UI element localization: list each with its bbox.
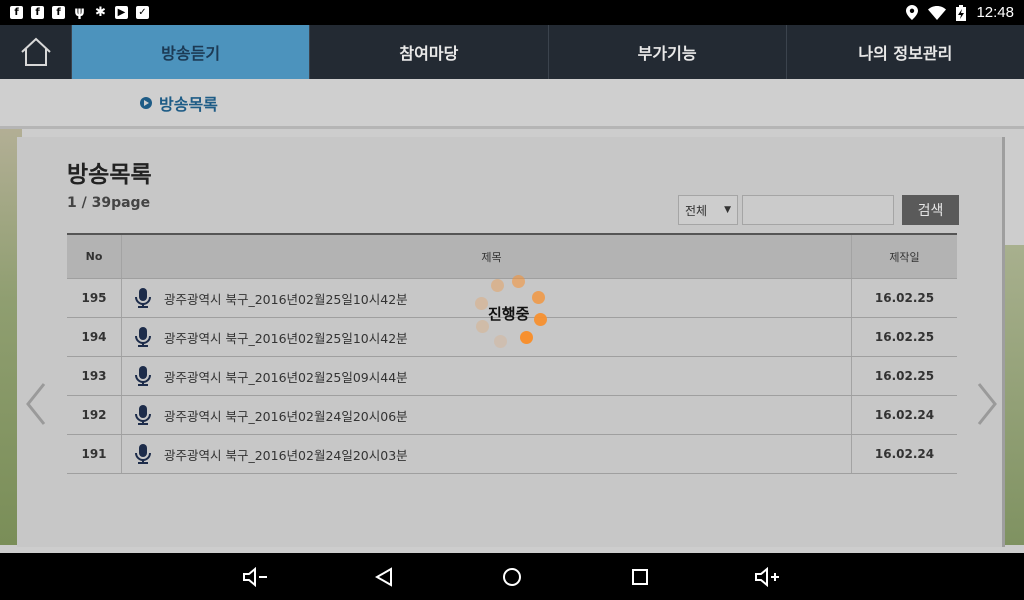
volume-down-icon [243, 566, 267, 587]
row-title-cell: 광주광역시 북구_2016년02월25일09시44분 [121, 357, 852, 395]
row-no: 194 [81, 330, 107, 344]
header-title: 제목 [121, 235, 852, 278]
microphone-icon [135, 327, 151, 347]
tab-my-info[interactable]: 나의 정보관리 [787, 25, 1024, 79]
spinner-dot [512, 275, 525, 288]
breadcrumb: 방송목록 [0, 79, 1024, 129]
microphone-icon [135, 366, 151, 386]
usb-icon: ψ [74, 5, 85, 20]
tab-broadcast-listen[interactable]: 방송듣기 [72, 25, 311, 79]
system-nav-bar [0, 553, 1024, 600]
search-input[interactable] [742, 195, 894, 225]
wifi-icon [928, 5, 947, 20]
notification-icons: f f f ψ ✱ ▶ ✓ [10, 6, 149, 19]
microphone-icon [135, 444, 151, 464]
android-debug-icon: ✱ [95, 5, 106, 20]
facebook-icon: f [52, 6, 65, 19]
facebook-icon: f [31, 6, 44, 19]
spinner-dot [491, 279, 504, 292]
clock: 12:48 [976, 4, 1014, 21]
recent-apps-button[interactable] [576, 553, 704, 600]
microphone-icon [135, 288, 151, 308]
back-icon [375, 566, 392, 587]
system-icons: 12:48 [906, 4, 1014, 21]
tab-extra-features[interactable]: 부가기능 [549, 25, 787, 79]
table-row[interactable]: 192 광주광역시 북구_2016년02월24일20시06분 16.02.24 [67, 396, 957, 435]
spinner-dot [475, 297, 488, 310]
row-title: 광주광역시 북구_2016년02월24일20시03분 [164, 447, 408, 463]
search-button[interactable]: 검색 [902, 195, 959, 225]
breadcrumb-item[interactable]: 방송목록 [159, 91, 218, 115]
row-title-cell: 광주광역시 북구_2016년02월24일20시06분 [121, 396, 852, 434]
location-icon [906, 5, 919, 20]
row-date: 16.02.25 [874, 291, 935, 305]
page-title: 방송목록 [67, 162, 152, 188]
chevron-left-icon[interactable] [24, 382, 48, 426]
spinner-dot [494, 335, 507, 348]
row-date: 16.02.24 [874, 447, 935, 461]
row-title-cell: 광주광역시 북구_2016년02월24일20시03분 [121, 435, 852, 473]
volume-up-icon [755, 566, 779, 587]
row-title: 광주광역시 북구_2016년02월25일09시44분 [164, 369, 408, 385]
row-no: 195 [81, 291, 107, 305]
chevron-right-icon[interactable] [975, 382, 999, 426]
table-row[interactable]: 191 광주광역시 북구_2016년02월24일20시03분 16.02.24 [67, 435, 957, 474]
row-date: 16.02.24 [874, 408, 935, 422]
facebook-icon: f [10, 6, 23, 19]
page-indicator: 1 / 39page [67, 195, 151, 211]
play-circle-icon [140, 96, 152, 109]
volume-down-button[interactable] [192, 553, 320, 600]
row-no: 192 [81, 408, 107, 422]
status-bar: f f f ψ ✱ ▶ ✓ 12:48 [0, 0, 1024, 25]
spinner-dot [534, 313, 547, 326]
triangle-down-icon: ▼ [724, 205, 731, 215]
spinner-dot [532, 291, 545, 304]
app-screen: 방송듣기 참여마당 부가기능 나의 정보관리 방송목록 방송목록 1 / 39p… [0, 25, 1024, 553]
row-title: 광주광역시 북구_2016년02월25일10시42분 [164, 291, 408, 307]
home-icon [20, 37, 51, 66]
home-button[interactable] [0, 25, 72, 79]
table-header: No 제목 제작일 [67, 235, 957, 279]
row-date: 16.02.25 [874, 369, 935, 383]
home-nav-button[interactable] [448, 553, 576, 600]
microphone-icon [135, 405, 151, 425]
battery-charging-icon [956, 4, 967, 21]
back-button[interactable] [320, 553, 448, 600]
volume-up-button[interactable] [704, 553, 832, 600]
loading-text: 진행중 [488, 305, 530, 323]
row-no: 191 [81, 447, 107, 461]
header-date: 제작일 [889, 250, 920, 264]
tab-participation[interactable]: 참여마당 [310, 25, 549, 79]
play-store-icon: ▶ [115, 6, 128, 19]
circle-home-icon [503, 567, 521, 586]
spinner-dot [520, 331, 533, 344]
row-no: 193 [81, 369, 107, 383]
row-title: 광주광역시 북구_2016년02월24일20시06분 [164, 408, 408, 424]
row-date: 16.02.25 [874, 330, 935, 344]
search-bar: 전체 ▼ 검색 [678, 195, 959, 225]
select-value: 전체 [685, 203, 708, 218]
header-no: No [85, 250, 103, 263]
store-bag-icon: ✓ [136, 6, 149, 19]
square-recents-icon [632, 568, 648, 585]
main-nav: 방송듣기 참여마당 부가기능 나의 정보관리 [0, 25, 1024, 79]
row-title: 광주광역시 북구_2016년02월25일10시42분 [164, 330, 408, 346]
search-scope-select[interactable]: 전체 ▼ [678, 195, 738, 225]
table-row[interactable]: 193 광주광역시 북구_2016년02월25일09시44분 16.02.25 [67, 357, 957, 396]
